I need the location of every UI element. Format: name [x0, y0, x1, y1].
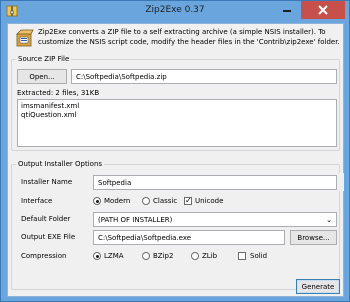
- solid-checkbox[interactable]: [238, 252, 246, 260]
- default-folder-label: Default Folder: [21, 215, 71, 223]
- default-folder-select[interactable]: (PATH OF INSTALLER) ⌄: [93, 212, 337, 227]
- dialog-body: Zip2Exe converts a ZIP file to a self ex…: [7, 23, 344, 297]
- compression-zlib-radio[interactable]: [191, 252, 199, 260]
- close-button[interactable]: [301, 1, 345, 19]
- output-exe-field[interactable]: C:\Softpedia\Softpedia.exe: [93, 230, 285, 245]
- list-item[interactable]: imsmanifest.xml: [21, 102, 333, 111]
- compression-lzma-label[interactable]: LZMA: [104, 251, 124, 261]
- compression-lzma-radio[interactable]: [93, 252, 101, 260]
- minimize-icon: [283, 10, 291, 12]
- intro-text: Zip2Exe converts a ZIP file to a self ex…: [38, 28, 340, 46]
- unicode-label[interactable]: Unicode: [195, 196, 223, 206]
- installer-name-label: Installer Name: [21, 178, 73, 186]
- interface-classic-label[interactable]: Classic: [153, 196, 177, 206]
- installer-box-icon: [16, 29, 34, 47]
- output-options-group: Output Installer Options Installer Name …: [11, 160, 344, 290]
- generate-button[interactable]: Generate: [296, 279, 340, 294]
- interface-modern-label[interactable]: Modern: [104, 196, 130, 206]
- default-folder-value: (PATH OF INSTALLER): [98, 216, 173, 224]
- compression-zlib-label[interactable]: ZLib: [202, 251, 217, 261]
- interface-classic-radio[interactable]: [142, 197, 150, 205]
- open-zip-button[interactable]: Open...: [17, 69, 67, 84]
- compression-label: Compression: [21, 252, 67, 260]
- source-zip-group: Source ZIP File Open... C:\Softpedia\Sof…: [11, 55, 340, 151]
- zip-path-field[interactable]: C:\Softpedia\Softpedia.zip: [71, 69, 337, 84]
- extracted-status: Extracted: 2 files, 31KB: [17, 89, 100, 97]
- close-icon: [318, 5, 328, 15]
- compression-bzip2-label[interactable]: BZip2: [153, 251, 173, 261]
- minimize-button[interactable]: [275, 1, 299, 19]
- output-exe-label: Output EXE File: [21, 233, 76, 241]
- installer-name-field[interactable]: Softpedia: [93, 175, 337, 190]
- interface-modern-radio[interactable]: [93, 197, 101, 205]
- checkmark-icon: ✓: [185, 196, 192, 205]
- title-bar[interactable]: Zip2Exe 0.37: [1, 1, 349, 23]
- chevron-down-icon: ⌄: [326, 216, 332, 224]
- output-options-group-title: Output Installer Options: [16, 160, 105, 169]
- unicode-checkbox[interactable]: ✓: [184, 196, 192, 205]
- browse-button[interactable]: Browse...: [290, 230, 337, 245]
- solid-label[interactable]: Solid: [250, 251, 267, 261]
- list-item[interactable]: qtiQuestion.xml: [21, 111, 333, 120]
- extracted-file-list[interactable]: imsmanifest.xml qtiQuestion.xml: [17, 99, 337, 147]
- app-window: Zip2Exe 0.37 Zip2Exe converts a ZIP file…: [0, 0, 350, 302]
- interface-label: Interface: [21, 197, 53, 205]
- compression-bzip2-radio[interactable]: [142, 252, 150, 260]
- source-zip-group-title: Source ZIP File: [16, 55, 72, 64]
